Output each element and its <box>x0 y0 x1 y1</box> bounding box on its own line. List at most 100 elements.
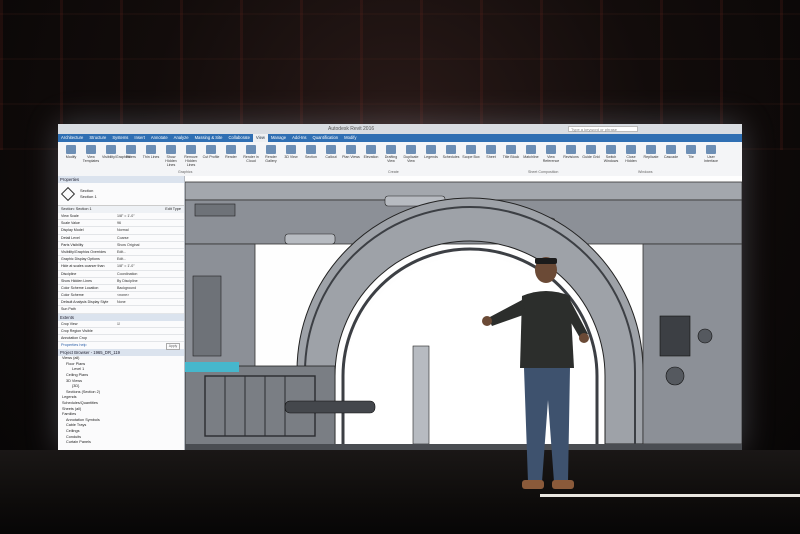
ribbon-button-render-gallery[interactable]: Render Gallery <box>262 145 280 169</box>
ribbon-button-modify[interactable]: Modify <box>62 145 80 169</box>
property-row[interactable]: View Scale 1/8" = 1'-0" <box>58 213 184 221</box>
ribbon-button-sheet[interactable]: Sheet <box>482 145 500 169</box>
property-value[interactable]: Edit... <box>117 249 184 255</box>
property-row[interactable]: Color Scheme Location Background <box>58 285 184 293</box>
ribbon-button-title-block[interactable]: Title Block <box>502 145 520 169</box>
section-drawing <box>185 181 742 451</box>
tab-view[interactable]: View <box>252 134 268 142</box>
ribbon-button-3d-view[interactable]: 3D View <box>282 145 300 169</box>
ribbon-button-revisions[interactable]: Revisions <box>562 145 580 169</box>
ribbon-tool-icon <box>506 145 516 154</box>
ribbon-button-plan-views[interactable]: Plan Views <box>342 145 360 169</box>
property-value[interactable]: Edit... <box>117 256 184 262</box>
tab-structure[interactable]: Structure <box>86 134 109 142</box>
tab-analyze[interactable]: Analyze <box>171 134 192 142</box>
property-value[interactable]: By Discipline <box>117 278 184 284</box>
ribbon-button-label: Cut Profile <box>202 155 220 159</box>
ribbon-button-visibility-graphics[interactable]: Visibility/Graphics <box>102 145 130 169</box>
property-row[interactable]: Annotation Crop <box>58 335 184 343</box>
tab-architecture[interactable]: Architecture <box>58 134 86 142</box>
property-value[interactable]: Coordination <box>117 271 184 277</box>
instance-selector[interactable]: Section: Section 1 Edit Type <box>58 206 184 213</box>
property-value[interactable]: ☑ <box>117 321 184 327</box>
tab-modify[interactable]: Modify <box>341 134 359 142</box>
property-row[interactable]: Sun Path <box>58 306 184 314</box>
ribbon-button-render-in-cloud[interactable]: Render in Cloud <box>242 145 260 169</box>
ribbon-button-drafting-view[interactable]: Drafting View <box>382 145 400 169</box>
ribbon-button-elevation[interactable]: Elevation <box>362 145 380 169</box>
tab-systems[interactable]: Systems <box>109 134 131 142</box>
ribbon-button-view-templates[interactable]: View Templates <box>82 145 100 169</box>
property-row[interactable]: Display Model Normal <box>58 227 184 235</box>
ribbon-button-show-hidden-lines[interactable]: Show Hidden Lines <box>162 145 180 169</box>
presenter-right-hand <box>579 333 589 343</box>
ribbon-button-filters[interactable]: Filters <box>122 145 140 169</box>
tab-quantification[interactable]: Quantification <box>310 134 342 142</box>
ribbon-button-scope-box[interactable]: Scope Box <box>462 145 480 169</box>
ribbon-button-cascade[interactable]: Cascade <box>662 145 680 169</box>
property-row[interactable]: Graphic Display Options Edit... <box>58 256 184 264</box>
property-value[interactable]: Background <box>117 285 184 291</box>
duct-segment <box>284 233 336 245</box>
tab-add-ins[interactable]: Add-Ins <box>289 134 309 142</box>
property-value[interactable]: Normal <box>117 227 184 233</box>
properties-help-link[interactable]: Properties help <box>61 343 87 347</box>
presenter-jeans <box>524 368 570 482</box>
type-selector[interactable]: Section Section 1 <box>58 183 184 206</box>
search-box[interactable]: Type a keyword or phrase <box>568 126 638 132</box>
property-value[interactable] <box>117 306 184 312</box>
ribbon-button-cut-profile[interactable]: Cut Profile <box>202 145 220 169</box>
tab-collaborate[interactable]: Collaborate <box>226 134 253 142</box>
property-value[interactable] <box>117 328 184 334</box>
apply-button[interactable]: Apply <box>166 343 180 351</box>
ribbon-button-legends[interactable]: Legends <box>422 145 440 169</box>
property-value[interactable]: None <box>117 299 184 305</box>
left-panels: Properties Section Section 1 Section: Se… <box>58 176 185 451</box>
property-value[interactable] <box>117 335 184 341</box>
property-value[interactable]: 96 <box>117 220 184 226</box>
property-value[interactable]: <none> <box>117 292 184 298</box>
property-value[interactable]: Coarse <box>117 235 184 241</box>
property-row[interactable]: Crop View ☑ <box>58 321 184 328</box>
property-value[interactable]: Show Original <box>117 242 184 248</box>
ribbon-button-duplicate-view[interactable]: Duplicate View <box>402 145 420 169</box>
ribbon-button-tile[interactable]: Tile <box>682 145 700 169</box>
ribbon-button-render[interactable]: Render <box>222 145 240 169</box>
properties-help-row: Properties help Apply <box>58 342 184 351</box>
property-value[interactable]: 1/8" = 1'-0" <box>117 213 184 219</box>
ribbon-button-section[interactable]: Section <box>302 145 320 169</box>
drawing-canvas[interactable] <box>185 176 742 451</box>
property-rows: View Scale 1/8" = 1'-0" Scale Value 96 Displ… <box>58 213 184 314</box>
ribbon-button-callout[interactable]: Callout <box>322 145 340 169</box>
property-value[interactable]: 1/8" = 1'-0" <box>117 263 184 269</box>
ribbon-button-switch-windows[interactable]: Switch Windows <box>602 145 620 169</box>
browser-item[interactable]: Curtain Panels <box>58 440 184 446</box>
property-row[interactable]: Visibility/Graphics Overrides Edit... <box>58 249 184 257</box>
property-row[interactable]: Crop Region Visible <box>58 328 184 335</box>
ribbon-button-guide-grid[interactable]: Guide Grid <box>582 145 600 169</box>
edit-type-button[interactable]: Edit Type <box>165 206 181 213</box>
ribbon-button-matchline[interactable]: Matchline <box>522 145 540 169</box>
property-name: Discipline <box>61 271 77 276</box>
property-row[interactable]: Parts Visibility Show Original <box>58 242 184 249</box>
property-row[interactable]: Detail Level Coarse <box>58 235 184 242</box>
property-row[interactable]: Color Scheme <none> <box>58 292 184 300</box>
ribbon-button-thin-lines[interactable]: Thin Lines <box>142 145 160 169</box>
property-row[interactable]: Scale Value 96 <box>58 220 184 228</box>
tab-annotate[interactable]: Annotate <box>148 134 171 142</box>
tab-manage[interactable]: Manage <box>268 134 289 142</box>
ribbon-button-user-interface[interactable]: User Interface <box>702 145 720 169</box>
ribbon-button-close-hidden[interactable]: Close Hidden <box>622 145 640 169</box>
ribbon-button-view-reference[interactable]: View Reference <box>542 145 560 169</box>
tab-insert[interactable]: Insert <box>131 134 147 142</box>
property-row[interactable]: Hide at scales coarser than 1/8" = 1'-0" <box>58 263 184 271</box>
property-row[interactable]: Show Hidden Lines By Discipline <box>58 278 184 285</box>
door-panel <box>412 345 430 445</box>
ribbon-button-schedules[interactable]: Schedules <box>442 145 460 169</box>
tab-massing-site[interactable]: Massing & Site <box>192 134 226 142</box>
property-row[interactable]: Discipline Coordination <box>58 271 184 278</box>
ribbon-button-remove-hidden-lines[interactable]: Remove Hidden Lines <box>182 145 200 169</box>
property-row[interactable]: Default Analysis Display Style None <box>58 299 184 307</box>
ribbon-tool-icon <box>686 145 696 154</box>
ribbon-button-replicate[interactable]: Replicate <box>642 145 660 169</box>
